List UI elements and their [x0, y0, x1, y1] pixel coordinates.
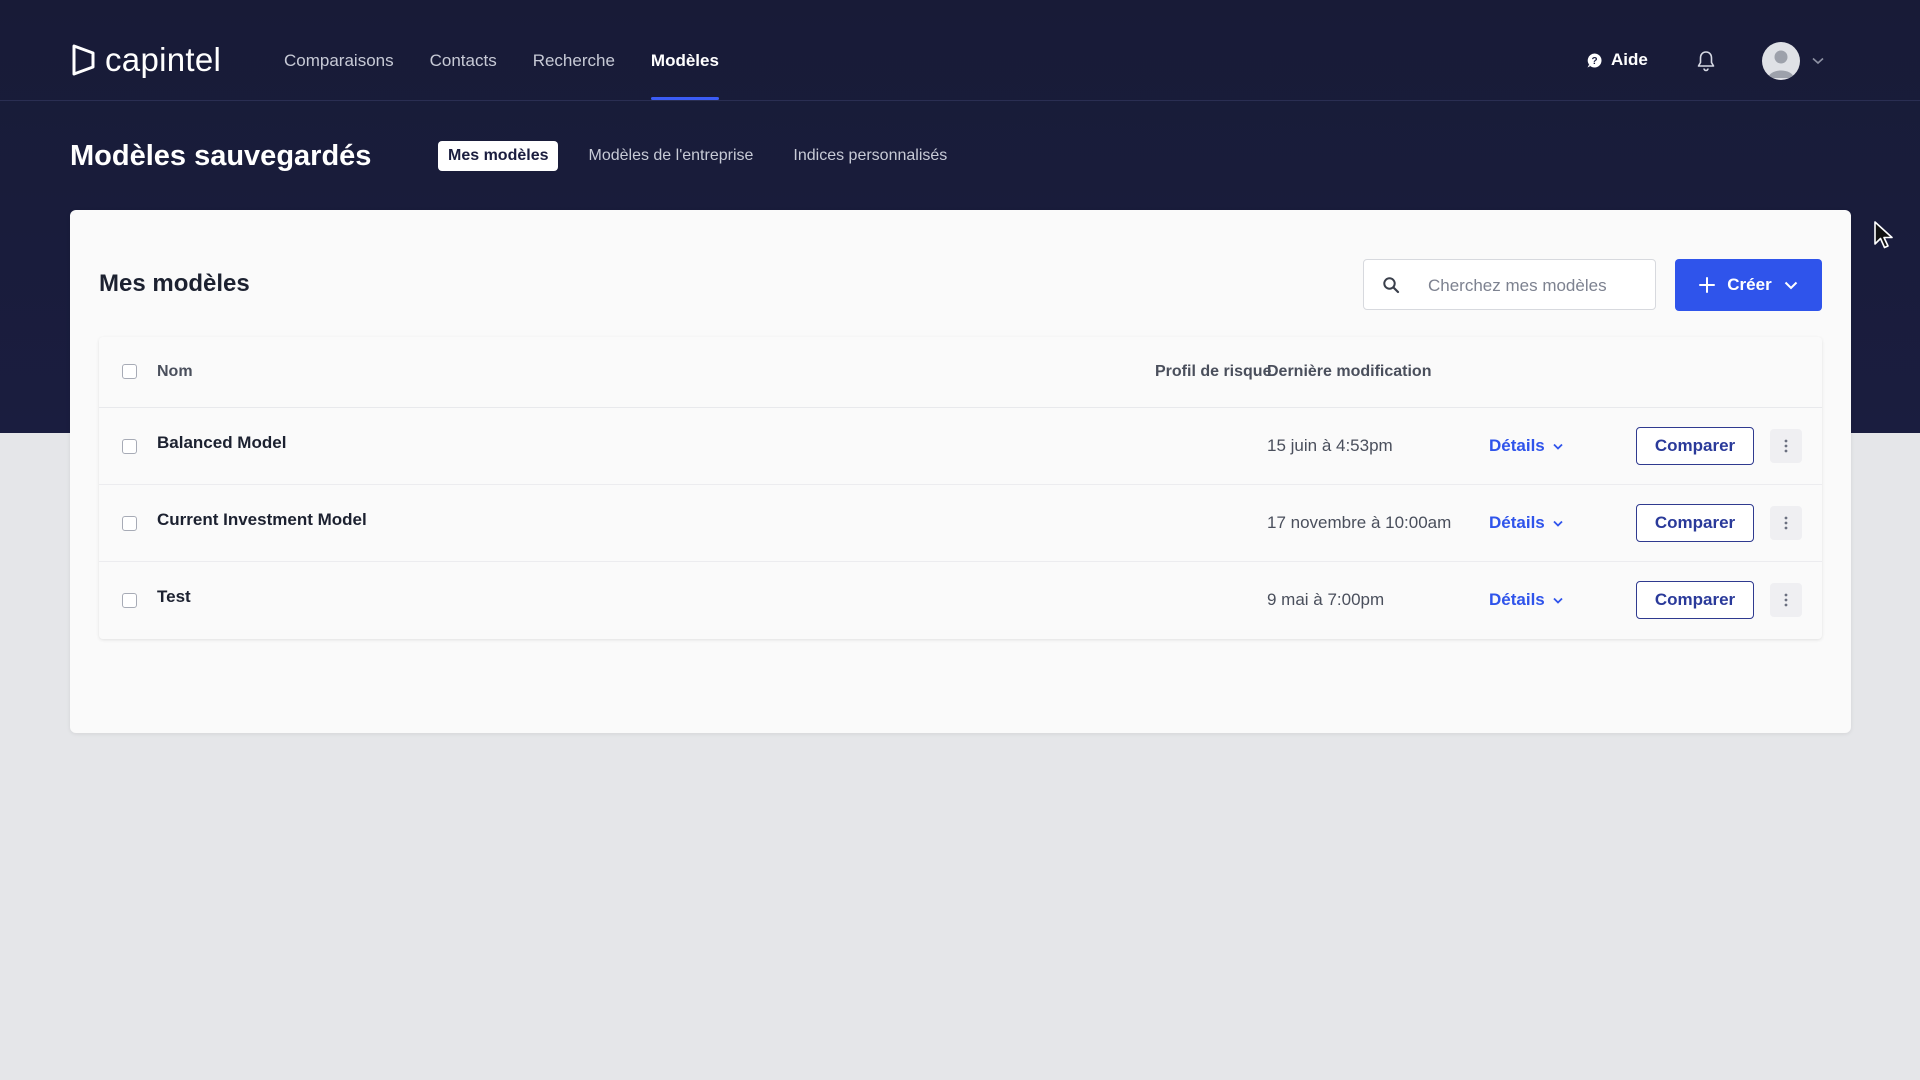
more-options-button[interactable]: [1770, 583, 1802, 617]
modified-date: 9 mai à 7:00pm: [1267, 590, 1385, 609]
row-checkbox[interactable]: [122, 516, 137, 531]
help-label: Aide: [1611, 50, 1648, 69]
compare-button[interactable]: Comparer: [1636, 504, 1754, 542]
column-header-name: Nom: [157, 363, 193, 380]
model-name: Test: [157, 587, 191, 606]
nav-link-contacts[interactable]: Contacts: [430, 0, 497, 100]
create-label: Créer: [1727, 275, 1772, 294]
select-all-checkbox[interactable]: [122, 364, 137, 379]
models-table: Nom Profil de risque Dernière modificati…: [99, 337, 1822, 639]
chevron-down-icon: [1553, 520, 1563, 527]
details-button[interactable]: Détails: [1489, 436, 1563, 456]
logo-icon: [72, 44, 95, 76]
details-button[interactable]: Détails: [1489, 513, 1563, 533]
table-row: Current Investment Model 17 novembre à 1…: [99, 485, 1822, 562]
plus-icon: [1699, 277, 1716, 293]
user-menu[interactable]: [1762, 42, 1824, 80]
help-button[interactable]: ? Aide: [1586, 50, 1648, 70]
logo[interactable]: capintel: [71, 40, 221, 80]
column-header-risk: Profil de risque: [1155, 363, 1272, 380]
more-options-button[interactable]: [1770, 429, 1802, 463]
table-row: Balanced Model 15 juin à 4:53pm Détails …: [99, 408, 1822, 485]
card-title: Mes modèles: [99, 270, 250, 297]
tab-indices-personnalises[interactable]: Indices personnalisés: [783, 141, 957, 171]
chevron-down-icon: [1553, 443, 1563, 450]
chevron-down-icon: [1553, 597, 1563, 604]
search-box: [1363, 259, 1656, 311]
mouse-cursor-icon: [1874, 221, 1893, 249]
modified-date: 15 juin à 4:53pm: [1267, 436, 1393, 455]
row-checkbox[interactable]: [122, 593, 137, 608]
row-checkbox[interactable]: [122, 439, 137, 454]
page-title: Modèles sauvegardés: [70, 140, 372, 172]
user-icon: [1768, 50, 1794, 78]
nav-link-modeles[interactable]: Modèles: [650, 0, 719, 100]
nav-link-comparaisons[interactable]: Comparaisons: [284, 0, 394, 100]
more-options-button[interactable]: [1770, 506, 1802, 540]
more-vertical-icon: [1784, 516, 1788, 530]
more-vertical-icon: [1784, 439, 1788, 453]
tab-mes-modeles[interactable]: Mes modèles: [438, 141, 559, 171]
nav-link-recherche[interactable]: Recherche: [533, 0, 615, 100]
avatar: [1762, 42, 1800, 80]
table-row: Test 9 mai à 7:00pm Détails Comparer: [99, 562, 1822, 638]
more-vertical-icon: [1784, 593, 1788, 607]
create-button[interactable]: Créer: [1675, 259, 1822, 311]
model-name: Balanced Model: [157, 433, 287, 452]
main-nav: Comparaisons Contacts Recherche Modèles: [284, 0, 719, 100]
svg-text:?: ?: [1591, 56, 1597, 67]
modified-date: 17 novembre à 10:00am: [1267, 513, 1452, 532]
bell-icon[interactable]: [1696, 50, 1716, 72]
chevron-down-icon: [1784, 281, 1797, 289]
models-card: Mes modèles Créer Nom Profil de risque D…: [70, 210, 1851, 733]
compare-button[interactable]: Comparer: [1636, 427, 1754, 465]
table-header: Nom Profil de risque Dernière modificati…: [99, 337, 1822, 408]
details-button[interactable]: Détails: [1489, 590, 1563, 610]
column-header-modified: Dernière modification: [1267, 363, 1432, 380]
sub-tabs: Mes modèles Modèles de l'entreprise Indi…: [438, 141, 957, 171]
logo-text: capintel: [105, 41, 222, 78]
search-icon: [1383, 277, 1400, 294]
help-icon: ?: [1587, 52, 1602, 67]
details-label: Détails: [1489, 513, 1545, 532]
chevron-down-icon: [1812, 57, 1824, 65]
compare-button[interactable]: Comparer: [1636, 581, 1754, 619]
details-label: Détails: [1489, 436, 1545, 455]
search-input[interactable]: [1426, 260, 1650, 311]
model-name: Current Investment Model: [157, 510, 367, 529]
tab-modeles-entreprise[interactable]: Modèles de l'entreprise: [578, 141, 763, 171]
details-label: Détails: [1489, 590, 1545, 609]
top-nav: capintel Comparaisons Contacts Recherche…: [0, 0, 1920, 101]
